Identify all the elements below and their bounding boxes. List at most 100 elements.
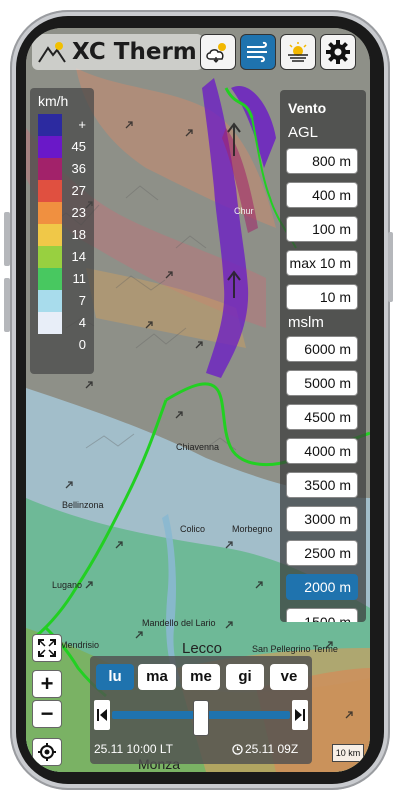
- legend-value: 14: [71, 249, 86, 264]
- agl-label: AGL: [288, 124, 319, 141]
- legend-value: +: [78, 117, 86, 132]
- locate-button[interactable]: [32, 738, 62, 766]
- legend-swatch: [38, 246, 62, 268]
- level-agl-max10[interactable]: max 10 m: [286, 250, 358, 276]
- town-lugano: Lugano: [52, 580, 83, 590]
- skip-back-button[interactable]: [94, 700, 110, 730]
- legend-row: 27: [38, 180, 86, 202]
- town-colico: Colico: [180, 524, 206, 534]
- legend-row: 45: [38, 136, 86, 158]
- volume-down-button: [4, 278, 10, 332]
- zoom-out-button[interactable]: −: [32, 700, 62, 728]
- legend-value: 4: [78, 315, 86, 330]
- top-toolbar: [200, 34, 356, 70]
- legend-value: 36: [71, 161, 86, 176]
- crosshair-icon: [38, 743, 56, 761]
- time-control-panel: lu ma me gi ve 25.11 10:00 LT 25.11 09Z: [90, 656, 312, 764]
- level-msl-1500[interactable]: 1500 m: [286, 608, 358, 622]
- map-scale: 10 km: [332, 744, 364, 762]
- fullscreen-icon: [38, 639, 56, 657]
- level-msl-2500[interactable]: 2500 m: [286, 540, 358, 566]
- town-mandello: Mandello del Lario: [142, 618, 216, 628]
- wind-button[interactable]: [240, 34, 276, 70]
- time-slider-thumb[interactable]: [193, 700, 209, 736]
- town-bellinzona: Bellinzona: [62, 500, 104, 510]
- legend-swatch: [38, 224, 62, 246]
- skip-forward-button[interactable]: [292, 700, 308, 730]
- legend-row: 11: [38, 268, 86, 290]
- app-logo: XC Therm: [32, 34, 203, 70]
- day-tab-ma[interactable]: ma: [138, 664, 176, 690]
- volume-up-button: [4, 212, 10, 266]
- town-san-pellegrino: San Pellegrino Terme: [252, 644, 338, 654]
- legend-value: 45: [71, 139, 86, 154]
- gear-icon: [326, 40, 350, 64]
- legend-row: 36: [38, 158, 86, 180]
- level-msl-4500[interactable]: 4500 m: [286, 404, 358, 430]
- legend-row: 7: [38, 290, 86, 312]
- utc-time-group: 25.11 09Z: [232, 742, 298, 756]
- app-title: XC Therm: [72, 39, 197, 65]
- legend-value: 0: [78, 337, 86, 352]
- legend-swatch: [38, 114, 62, 136]
- fullscreen-button[interactable]: [32, 634, 62, 662]
- town-chiavenna: Chiavenna: [176, 442, 220, 452]
- level-msl-4000[interactable]: 4000 m: [286, 438, 358, 464]
- day-tab-ve[interactable]: ve: [270, 664, 308, 690]
- legend-swatch: [38, 202, 62, 224]
- power-button: [388, 232, 393, 302]
- logo-mountain-icon: [38, 42, 66, 63]
- weather-button[interactable]: [200, 34, 236, 70]
- zoom-in-button[interactable]: +: [32, 670, 62, 698]
- level-agl-10[interactable]: 10 m: [286, 284, 358, 310]
- skip-forward-icon: [295, 709, 305, 721]
- level-msl-3000[interactable]: 3000 m: [286, 506, 358, 532]
- level-msl-5000[interactable]: 5000 m: [286, 370, 358, 396]
- wind-panel-title: Vento: [288, 100, 327, 116]
- wind-level-panel: Vento AGL 800 m 400 m 100 m max 10 m 10 …: [280, 90, 366, 622]
- level-agl-100[interactable]: 100 m: [286, 216, 358, 242]
- town-lecco: Lecco: [182, 640, 223, 657]
- level-msl-2000[interactable]: 2000 m: [286, 574, 358, 600]
- level-msl-3500[interactable]: 3500 m: [286, 472, 358, 498]
- legend-swatch: [38, 180, 62, 202]
- day-tab-me[interactable]: me: [182, 664, 220, 690]
- legend-swatch: [38, 290, 62, 312]
- day-tab-lu[interactable]: lu: [96, 664, 134, 690]
- settings-button[interactable]: [320, 34, 356, 70]
- wind-icon: [247, 41, 267, 63]
- legend-row: 18: [38, 224, 86, 246]
- legend-value: 18: [71, 227, 86, 242]
- skip-back-icon: [97, 709, 107, 721]
- local-time-label: 25.11 10:00 LT: [94, 742, 173, 756]
- level-agl-400[interactable]: 400 m: [286, 182, 358, 208]
- day-tab-gi[interactable]: gi: [226, 664, 264, 690]
- sun-haze-icon: [288, 42, 308, 62]
- legend-row: 23: [38, 202, 86, 224]
- utc-time-label: 25.11 09Z: [245, 742, 299, 756]
- legend-swatch: [38, 312, 62, 334]
- legend-value: 23: [71, 205, 86, 220]
- legend-row: +: [38, 114, 86, 136]
- legend-value: 27: [71, 183, 86, 198]
- legend-row: 14: [38, 246, 86, 268]
- level-msl-6000[interactable]: 6000 m: [286, 336, 358, 362]
- wind-speed-legend: km/h + 45 36 27 23 18 14 11 7 4 0: [30, 88, 94, 374]
- sun-haze-button[interactable]: [280, 34, 316, 70]
- msl-label: mslm: [288, 314, 324, 331]
- legend-swatch: [38, 136, 62, 158]
- town-mendrisio: Mendrisio: [60, 640, 100, 650]
- legend-swatch: [38, 158, 62, 180]
- app-screen: Chur Chiavenna Bellinzona Colico Morbegn…: [26, 28, 370, 772]
- legend-unit: km/h: [38, 93, 69, 109]
- town-morbegno: Morbegno: [232, 524, 273, 534]
- legend-value: 7: [78, 293, 86, 308]
- legend-row: 4: [38, 312, 86, 334]
- plus-icon: +: [40, 671, 54, 696]
- clock-icon: [232, 743, 243, 755]
- minus-icon: −: [40, 701, 54, 726]
- level-agl-800[interactable]: 800 m: [286, 148, 358, 174]
- cloud-sun-icon: [206, 43, 226, 63]
- legend-swatch: [38, 268, 62, 290]
- legend-value: 11: [72, 271, 87, 286]
